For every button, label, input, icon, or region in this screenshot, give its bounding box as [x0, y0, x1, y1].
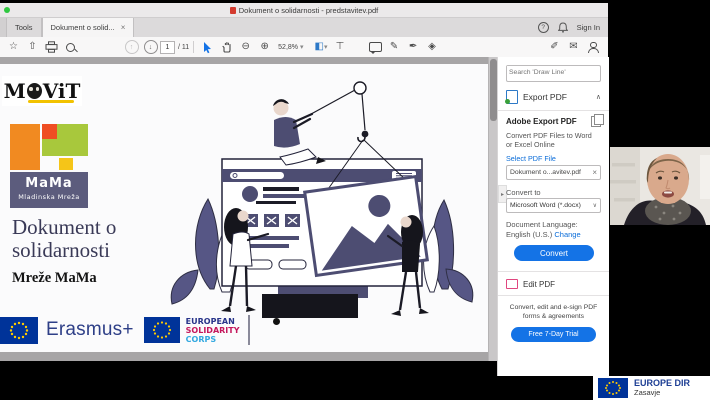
tab-document-label: Dokument o solid...: [50, 23, 115, 32]
tool-search-box[interactable]: [506, 65, 601, 82]
pdf-page: M ViT MaMa Mladinska Mreža Dokument o sol…: [0, 64, 488, 352]
eu-flag-erasmus: [0, 316, 38, 344]
next-page-button[interactable]: ↓: [142, 39, 159, 55]
print-icon[interactable]: [43, 39, 60, 55]
help-icon[interactable]: ?: [537, 22, 549, 33]
export-description: Convert PDF Files to Word or Excel Onlin…: [506, 131, 592, 149]
selected-file-name: Dokument o...avitev.pdf: [510, 169, 581, 176]
edit-pdf-label: Edit PDF: [523, 279, 556, 289]
webcam-frame: [610, 147, 710, 225]
export-pdf-header[interactable]: Export PDF ∧: [505, 89, 601, 105]
tab-tools-label: Tools: [15, 23, 33, 32]
eu-flag-overlay: [598, 378, 628, 398]
europe-direct-overlay: EUROPE DIR Zasavje: [593, 376, 710, 400]
page-display-icon[interactable]: ◧ ▾: [313, 39, 330, 55]
copy-pages-icon[interactable]: [591, 114, 604, 127]
send-envelope-icon[interactable]: ✉: [565, 39, 582, 55]
tab-tools[interactable]: Tools: [7, 18, 42, 37]
edit-pdf-icon: [506, 279, 518, 289]
promo-text: Convert, edit and e-sign PDF forms & agr…: [509, 304, 598, 320]
select-tool-icon[interactable]: [199, 39, 216, 55]
measure-tool-icon[interactable]: ⊤: [332, 39, 349, 55]
share-with-person-icon[interactable]: [584, 39, 601, 55]
fill-sign-icon[interactable]: ✐: [546, 39, 563, 55]
window-titlebar: Dokument o solidarnosti - predstavitev.p…: [0, 3, 608, 18]
erasmus-label: Erasmus+: [46, 319, 134, 340]
convert-to-label: Convert to: [506, 188, 541, 197]
webcam-video: [610, 147, 710, 225]
comment-icon[interactable]: [367, 39, 384, 55]
favorites-star-icon[interactable]: ☆: [5, 39, 22, 55]
zoom-caret-icon[interactable]: ▾: [300, 43, 304, 51]
movit-owl-icon: [26, 83, 42, 99]
edit-pdf-row[interactable]: Edit PDF: [506, 279, 555, 289]
tabbar-right: ? Sign In: [537, 18, 608, 37]
tool-search-input[interactable]: [507, 66, 599, 79]
previous-page-button[interactable]: ↑: [123, 39, 140, 55]
main-toolbar: ☆ ⇧ ↑ ↓ 1 / 11 ⊖ ⊕ 52,8% ▾ ◧ ▾ ⊤ ✎ ✒ ◈ ✐ …: [0, 37, 608, 58]
movit-underline: [28, 100, 74, 103]
select-pdf-file-link[interactable]: Select PDF File: [506, 154, 556, 163]
zoom-level-value[interactable]: 52,8%: [278, 44, 298, 51]
movit-text-m: M: [3, 79, 26, 103]
clear-file-icon[interactable]: ×: [592, 168, 597, 177]
sign-pen-icon[interactable]: ✒: [405, 39, 422, 55]
notification-bell-icon[interactable]: [557, 22, 568, 33]
document-language-row: English (U.S.) Change: [506, 230, 581, 239]
window-title: Dokument o solidarnosti - predstavitev.p…: [238, 5, 379, 15]
upload-share-icon[interactable]: ⇧: [24, 39, 41, 55]
slide-title: Dokument o solidarnosti: [12, 215, 117, 262]
format-value: Microsoft Word (*.docx): [510, 202, 581, 209]
page-total-label: / 11: [178, 43, 190, 51]
movit-logo: M ViT: [2, 76, 82, 106]
slide-subtitle: Mreže MaMa: [12, 270, 97, 286]
tab-home-partial[interactable]: [0, 18, 7, 37]
search-icon[interactable]: [62, 39, 79, 55]
tab-document[interactable]: Dokument o solid... ×: [41, 18, 135, 37]
zoom-in-icon[interactable]: ⊕: [256, 39, 273, 55]
export-pdf-icon: [505, 90, 518, 104]
selected-file-box[interactable]: Dokument o...avitev.pdf ×: [506, 165, 601, 180]
tab-close-icon[interactable]: ×: [121, 23, 126, 32]
export-pdf-panel: ▸ Export PDF ∧ Adobe Export PDF Convert …: [497, 57, 609, 376]
convert-button[interactable]: Convert: [514, 245, 594, 261]
hand-tool-icon[interactable]: [218, 39, 235, 55]
format-dropdown[interactable]: Microsoft Word (*.docx) ∨: [506, 198, 601, 213]
stamp-icon[interactable]: ◈: [424, 39, 441, 55]
edit-pencil-icon[interactable]: ✎: [386, 39, 403, 55]
mama-logo: MaMa Mladinska Mreža: [10, 124, 88, 208]
scrollbar-thumb[interactable]: [490, 59, 497, 121]
chevron-up-icon[interactable]: ∧: [596, 93, 601, 101]
document-viewport[interactable]: M ViT MaMa Mladinska Mreža Dokument o sol…: [0, 57, 488, 361]
tab-bar: Tools Dokument o solid... × ? Sign In: [0, 18, 608, 37]
screen: Dokument o solidarnosti - predstavitev.p…: [0, 0, 710, 400]
change-language-link[interactable]: Change: [554, 230, 580, 239]
zasavje-label: Zasavje: [634, 388, 661, 397]
free-trial-button[interactable]: Free 7-Day Trial: [511, 327, 596, 342]
chevron-down-icon: ∨: [592, 203, 597, 209]
sign-in-button[interactable]: Sign In: [577, 23, 600, 32]
traffic-light-green[interactable]: [4, 7, 10, 13]
export-pdf-title: Export PDF: [523, 92, 567, 102]
page-number-input[interactable]: 1: [160, 40, 175, 54]
document-language-label: Document Language:: [506, 220, 578, 229]
pdf-file-icon: [229, 6, 236, 14]
teamwork-illustration: [170, 81, 474, 318]
adobe-export-pdf-title: Adobe Export PDF: [506, 117, 577, 126]
europe-direct-label: EUROPE DIR: [634, 378, 691, 388]
language-value: English (U.S.): [506, 230, 553, 239]
zoom-out-icon[interactable]: ⊖: [237, 39, 254, 55]
mama-label: MaMa Mladinska Mreža: [10, 172, 88, 208]
